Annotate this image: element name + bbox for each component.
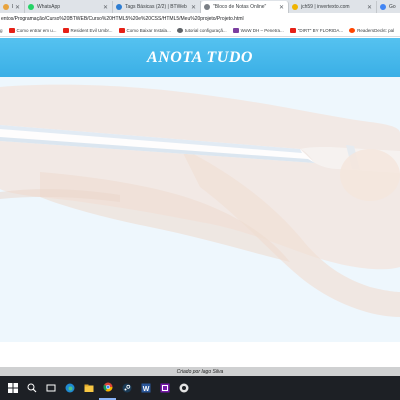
tab-label: WhatsApp [37, 4, 61, 10]
search-icon [27, 383, 36, 393]
globe-icon [204, 4, 210, 10]
tab-favicon-icon [116, 4, 122, 10]
word-taskbar-button[interactable]: W [137, 376, 154, 400]
reddit-icon [349, 28, 356, 33]
bookmarks-bar: g Como entrar em u... Resident Evil Umbr… [0, 25, 400, 37]
taskbar-search[interactable] [23, 376, 40, 400]
youtube-icon [289, 28, 296, 33]
pencil-icon [292, 4, 298, 10]
bookmark-label: Como entrar em u... [16, 28, 57, 33]
windows-icon [7, 383, 18, 393]
browser-tab[interactable]: Go [377, 1, 400, 13]
bookmark-item[interactable]: WoW DH – Penetra... [232, 28, 284, 33]
notepad-area[interactable] [0, 77, 400, 342]
explorer-taskbar-button[interactable] [80, 376, 97, 400]
chrome-taskbar-button[interactable] [99, 376, 116, 400]
gear-icon [176, 28, 183, 33]
steam-icon [122, 383, 131, 393]
url-text[interactable]: entos/Programação/Curso%20BTWEB/Curso%20… [1, 16, 244, 22]
bookmark-item[interactable]: Resident Evil Umbr... [62, 28, 113, 33]
onenote-taskbar-button[interactable] [156, 376, 173, 400]
youtube-icon [118, 28, 125, 33]
bookmark-item[interactable]: "DIRT" BY FLORIDA... [289, 28, 344, 33]
close-icon[interactable]: ✕ [15, 4, 20, 11]
browser-tab-strip: EUZ | ... ✕ WhatsApp ✕ Tags Básicas (2/2… [0, 0, 400, 13]
close-icon[interactable]: ✕ [103, 4, 108, 11]
page-title: ANOTA TUDO [147, 48, 253, 66]
youtube-icon [62, 28, 69, 33]
bookmark-label: "DIRT" BY FLORIDA... [297, 28, 344, 33]
bookmark-item[interactable]: ReadersDeckt: pal [349, 28, 394, 33]
bookmark-label: Como Baixar Instala... [126, 28, 171, 33]
footer-credit: Criado por Iago Silva [176, 368, 224, 375]
whatsapp-icon [28, 4, 34, 10]
tab-label: EUZ | ... [12, 4, 13, 10]
close-icon[interactable]: ✕ [279, 4, 284, 11]
word-icon: W [141, 383, 150, 393]
app-taskbar-button[interactable] [175, 376, 192, 400]
task-view-button[interactable] [42, 376, 59, 400]
edge-taskbar-button[interactable] [61, 376, 78, 400]
chrome-icon [102, 382, 112, 392]
page-viewport: ANOTA TUDO [0, 38, 400, 367]
file-explorer-icon [84, 384, 93, 392]
bookmark-label: tutorial configuraçã... [184, 28, 227, 33]
page-bottom-space [0, 342, 400, 367]
bookmark-label: Resident Evil Umbr... [70, 28, 113, 33]
bookmark-label: WoW DH – Penetra... [240, 28, 284, 33]
svg-text:W: W [142, 386, 149, 393]
wowhead-icon [232, 28, 239, 33]
tab-favicon-icon [3, 4, 9, 10]
windows-taskbar: W [0, 376, 400, 400]
bookmark-label: ReadersDeckt: pal [357, 28, 395, 33]
task-view-icon [46, 384, 55, 392]
close-icon[interactable]: ✕ [191, 4, 196, 11]
bookmark-label: g [0, 28, 3, 33]
browser-tab[interactable]: EUZ | ... ✕ [0, 1, 25, 13]
onenote-icon [160, 383, 169, 393]
browser-tab[interactable]: jch59 | invertexto.com ✕ [289, 1, 377, 13]
youtube-icon [8, 28, 15, 33]
site-header: ANOTA TUDO [0, 38, 400, 77]
app-icon [179, 383, 188, 393]
browser-tab-active[interactable]: "Bloco de Notas Online" ✕ [201, 1, 289, 13]
edge-icon [65, 383, 74, 393]
start-button[interactable] [4, 376, 21, 400]
browser-tab[interactable]: WhatsApp ✕ [25, 1, 113, 13]
bookmark-item[interactable]: tutorial configuraçã... [176, 28, 227, 33]
tab-label: jch59 | invertexto.com [301, 4, 350, 10]
bookmark-item[interactable]: g [0, 28, 3, 33]
site-footer: Criado por Iago Silva [0, 367, 400, 376]
tab-label: "Bloco de Notas Online" [213, 4, 267, 10]
tab-label: Go [389, 4, 396, 10]
hand-pencil-background-image [0, 84, 400, 317]
google-icon [380, 4, 386, 10]
bookmark-item[interactable]: Como entrar em u... [8, 28, 57, 33]
bookmark-item[interactable]: Como Baixar Instala... [118, 28, 171, 33]
browser-tab[interactable]: Tags Básicas (2/2) | BTWeb ✕ [113, 1, 201, 13]
tab-label: Tags Básicas (2/2) | BTWeb [125, 4, 187, 10]
steam-taskbar-button[interactable] [118, 376, 135, 400]
address-bar[interactable]: entos/Programação/Curso%20BTWEB/Curso%20… [0, 13, 400, 25]
close-icon[interactable]: ✕ [367, 4, 372, 11]
